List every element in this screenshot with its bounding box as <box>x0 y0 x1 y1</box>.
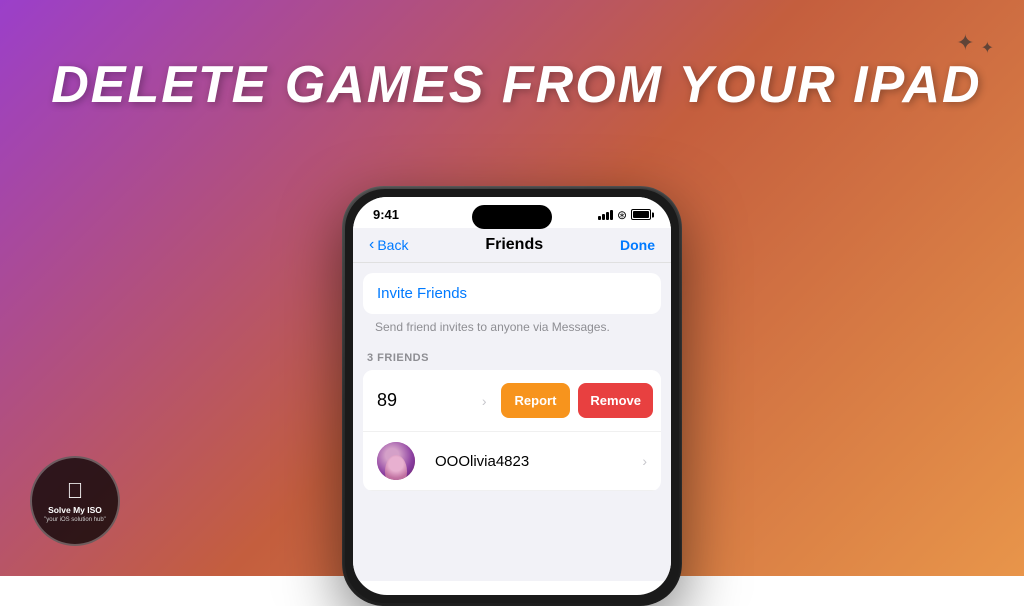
friend-number-section: 89 › <box>371 390 493 411</box>
signal-bar-1 <box>598 216 601 220</box>
remove-button[interactable]: Remove <box>578 383 653 418</box>
star-icon-2: ✦ <box>981 38 994 58</box>
screen-content: Invite Friends Send friend invites to an… <box>353 263 671 581</box>
friend-chevron-icon: › <box>482 393 487 409</box>
invite-friends-section[interactable]: Invite Friends <box>363 273 661 314</box>
friends-header: 3 FRIENDS <box>353 340 671 370</box>
phone-outer-frame: 9:41 ⊛ <box>342 186 682 606</box>
status-time: 9:41 <box>373 207 399 222</box>
friend-name-olivia: OOOlivia4823 <box>435 453 529 470</box>
signal-bar-2 <box>602 214 605 220</box>
wifi-icon: ⊛ <box>617 208 627 222</box>
olivia-info: OOOlivia4823 › <box>425 453 647 470</box>
status-icons: ⊛ <box>598 208 651 222</box>
nav-bar: ‹ Back Friends Done <box>353 228 671 263</box>
battery-icon <box>631 209 651 220</box>
friends-list: 89 › Report Remove <box>363 370 661 491</box>
done-button[interactable]: Done <box>620 237 655 253</box>
friend-number: 89 <box>377 390 397 411</box>
logo-badge:  Solve My ISO "your iOS solution hub" <box>30 456 120 546</box>
avatar-olivia <box>377 442 415 480</box>
signal-icon <box>598 209 613 220</box>
logo-sub-text: "your iOS solution hub" <box>44 517 106 524</box>
invite-friends-title: Invite Friends <box>377 285 647 302</box>
star-decoration: ✦ ✦ <box>956 30 994 58</box>
back-label: Back <box>377 237 408 253</box>
report-button[interactable]: Report <box>501 383 571 418</box>
phone-mockup: 9:41 ⊛ <box>342 186 682 606</box>
nav-title: Friends <box>485 236 543 254</box>
battery-fill <box>633 211 649 218</box>
avatar-image <box>377 442 415 480</box>
phone-screen: 9:41 ⊛ <box>353 197 671 595</box>
phone-inner-frame: 9:41 ⊛ <box>345 189 679 603</box>
star-icon-1: ✦ <box>956 30 974 58</box>
signal-bar-3 <box>606 212 609 220</box>
dynamic-island <box>472 205 552 229</box>
back-button[interactable]: ‹ Back <box>369 236 408 254</box>
olivia-chevron-icon: › <box>642 453 647 469</box>
apple-logo-icon:  <box>67 478 84 504</box>
page-title: DELETE GAMES FROM YOUR IPAD <box>51 55 973 115</box>
friend-row-olivia: OOOlivia4823 › <box>363 432 661 491</box>
invite-friends-subtitle: Send friend invites to anyone via Messag… <box>375 320 610 334</box>
signal-bar-4 <box>610 210 613 220</box>
friend-row-swiped: 89 › Report Remove <box>363 370 661 432</box>
back-chevron-icon: ‹ <box>369 236 374 254</box>
logo-main-text: Solve My ISO <box>48 505 102 516</box>
avatar-figure <box>385 455 408 480</box>
